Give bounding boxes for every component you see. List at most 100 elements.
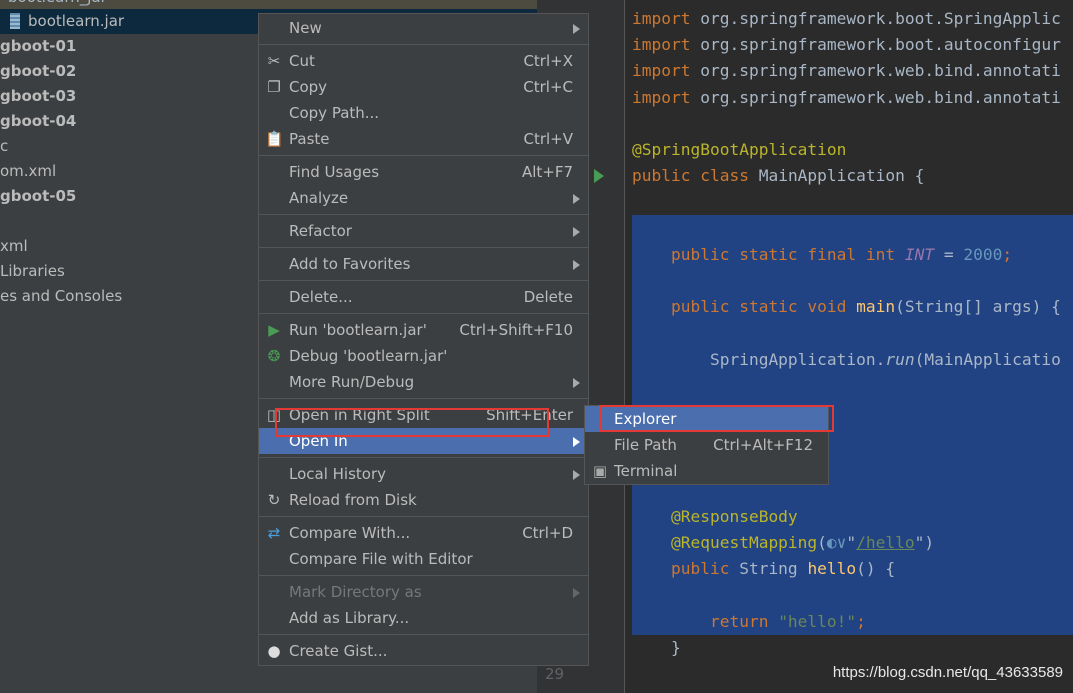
run-gutter-icon[interactable] (594, 169, 604, 183)
code-token: } (632, 637, 681, 657)
menu-separator (259, 631, 588, 635)
code-token: ; (856, 611, 866, 631)
menu-item-run-bootlearn-jar[interactable]: ▶ Run 'bootlearn.jar' Ctrl+Shift+F10 (259, 317, 588, 343)
menu-item-analyze[interactable]: Analyze (259, 185, 588, 211)
code-token: INT (904, 244, 935, 264)
menu-item-label: Reload from Disk (289, 491, 417, 509)
menu-item-cut[interactable]: ✂ Cut Ctrl+X (259, 48, 588, 74)
menu-item-label: Add as Library... (289, 609, 410, 627)
menu-item-label: Find Usages (289, 163, 380, 181)
shortcut-label: Ctrl+D (522, 524, 573, 542)
menu-item-label: File Path (614, 436, 677, 454)
menu-item-label: Add to Favorites (289, 255, 411, 273)
menu-item-reload-from-disk[interactable]: ↻ Reload from Disk (259, 487, 588, 513)
tree-item[interactable]: Libraries (0, 259, 65, 284)
shortcut-label: Delete (523, 288, 573, 306)
code-token: public static void (632, 297, 857, 317)
code-token: 2000 (963, 244, 1003, 264)
menu-item-terminal[interactable]: ▣ Terminal (585, 458, 828, 484)
submenu-arrow-icon (573, 227, 580, 237)
menu-item-debug-bootlearn-jar[interactable]: ❂ Debug 'bootlearn.jar' (259, 343, 588, 369)
shortcut-label: Alt+F7 (521, 163, 573, 181)
menu-item-compare-with[interactable]: ⇄ Compare With... Ctrl+D (259, 520, 588, 546)
tree-item[interactable]: gboot-01 (0, 34, 76, 59)
code-token: return (632, 611, 779, 631)
menu-item-label: Analyze (289, 189, 349, 207)
code-token: = (934, 244, 964, 264)
menu-item-label: Copy Path... (289, 104, 380, 122)
code-token: org.springframework.boot.SpringApplic (700, 9, 1061, 28)
tree-row-parent[interactable]: bootlearn_jar (0, 0, 537, 9)
code-token: (MainApplicatio (914, 349, 1061, 369)
menu-item-create-gist[interactable]: ● Create Gist... (259, 638, 588, 664)
code-token: org.springframework.web.bind.annotati (700, 87, 1061, 107)
code-line: @RequestMapping(◐∨"/hello") (632, 530, 934, 556)
code-token: @SpringBootApplication (632, 140, 847, 159)
code-token: import (632, 87, 701, 107)
tree-item[interactable]: gboot-03 (0, 84, 76, 109)
shortcut-label: Ctrl+X (523, 52, 573, 70)
code-token: import (632, 35, 701, 55)
code-line: public String hello() { (632, 556, 895, 582)
clipboard-icon: 📋 (265, 130, 284, 148)
compare-icon: ⇄ (267, 524, 281, 542)
code-token: hello (807, 559, 857, 579)
code-token: public (632, 559, 740, 579)
tree-item[interactable]: es and Consoles (0, 284, 122, 309)
tree-item[interactable]: xml (0, 234, 28, 259)
tree-item-label: c (0, 137, 9, 155)
menu-separator (259, 152, 588, 156)
menu-item-compare-file-with-editor[interactable]: Compare File with Editor (259, 546, 588, 572)
jar-icon (10, 13, 20, 29)
menu-item-mark-directory-as[interactable]: Mark Directory as (259, 579, 588, 605)
tree-item[interactable]: gboot-02 (0, 59, 76, 84)
submenu-arrow-icon (573, 194, 580, 204)
menu-item-label: Compare File with Editor (289, 550, 473, 568)
tree-item[interactable]: c (0, 134, 8, 159)
tree-item-label: gboot-01 (0, 37, 77, 55)
menu-item-paste[interactable]: 📋 Paste Ctrl+V (259, 126, 588, 152)
code-token: ; (1002, 244, 1013, 264)
code-token: public static final int (632, 244, 905, 264)
menu-item-add-to-favorites[interactable]: Add to Favorites (259, 251, 588, 277)
debug-icon: ❂ (267, 347, 281, 365)
code-token: ) (924, 533, 935, 552)
shortcut-label: Ctrl+Shift+F10 (459, 321, 573, 339)
menu-item-label: Debug 'bootlearn.jar' (289, 347, 448, 365)
code-token: org.springframework.boot.autoconfigur (700, 35, 1061, 55)
menu-separator (259, 310, 588, 314)
menu-item-add-as-library[interactable]: Add as Library... (259, 605, 588, 631)
terminal-icon: ▣ (592, 462, 608, 480)
menu-item-delete[interactable]: Delete... Delete (259, 284, 588, 310)
code-token: " (914, 533, 925, 552)
tree-item[interactable]: gboot-04 (0, 109, 76, 134)
menu-separator (259, 395, 588, 399)
menu-item-refactor[interactable]: Refactor (259, 218, 588, 244)
menu-item-label: Refactor (289, 222, 352, 240)
code-editor[interactable]: import org.springframework.boot.SpringAp… (626, 0, 1073, 693)
code-token: public class (632, 166, 759, 186)
code-token: MainApplication { (758, 166, 925, 186)
code-token: import (632, 61, 701, 81)
code-token: ◐∨ (826, 533, 847, 552)
menu-separator (259, 41, 588, 45)
shortcut-label: Ctrl+V (523, 130, 573, 148)
code-token: import (632, 9, 701, 28)
code-line: } (632, 635, 681, 661)
menu-item-label: Cut (289, 52, 315, 70)
tree-item[interactable]: om.xml (0, 159, 56, 184)
menu-item-label: Local History (289, 465, 387, 483)
menu-item-local-history[interactable]: Local History (259, 461, 588, 487)
menu-item-copy-path[interactable]: Copy Path... (259, 100, 588, 126)
reload-icon: ↻ (267, 491, 281, 509)
menu-item-new[interactable]: New (259, 15, 588, 41)
menu-item-find-usages[interactable]: Find Usages Alt+F7 (259, 159, 588, 185)
menu-item-file-path[interactable]: File Path Ctrl+Alt+F12 (585, 432, 828, 458)
tree-label: bootlearn_jar (8, 0, 107, 6)
menu-item-copy[interactable]: ❐ Copy Ctrl+C (259, 74, 588, 100)
code-line: @SpringBootApplication (632, 137, 846, 163)
menu-separator (259, 244, 588, 248)
menu-item-more-run-debug[interactable]: More Run/Debug (259, 369, 588, 395)
tree-item[interactable]: gboot-05 (0, 184, 76, 209)
code-token: /hello (856, 533, 915, 552)
